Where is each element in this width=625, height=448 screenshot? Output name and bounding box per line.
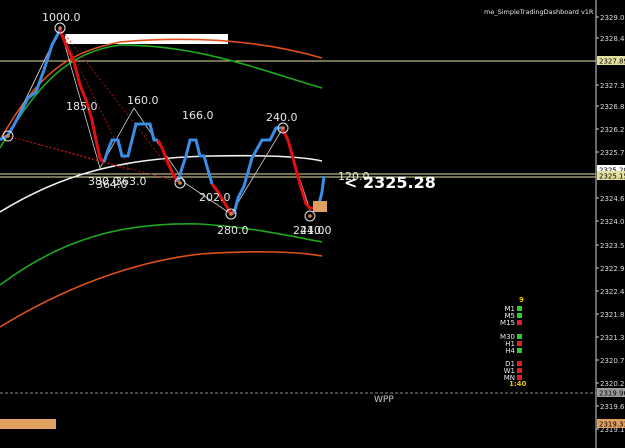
price-tick-label: 2324.60 (600, 195, 625, 203)
timeframe-label: M15 (500, 319, 515, 327)
timeframe-status-box (517, 341, 522, 346)
price-axis: 2329.00 2328.45 2327.35 2326.80 2326.25 2325.… (596, 14, 625, 434)
wave-label: 166.0 (182, 109, 214, 122)
price-tick-label: 2322.95 (600, 265, 625, 273)
current-price-block (313, 201, 327, 212)
timeframe-status-box (517, 306, 522, 311)
ma-green-lower-curve (0, 223, 323, 286)
price-badge-label: 2319.31 (599, 421, 625, 429)
wave-label: 363.0 (115, 175, 147, 188)
price-tick-label: 2328.45 (600, 35, 625, 43)
wave-label: 280.0 (217, 224, 249, 237)
wave-label: 185.0 (66, 100, 98, 113)
price-tick-label: 2327.35 (600, 82, 625, 90)
price-tick-label: 2323.50 (600, 242, 625, 250)
price-tick-label: 2329.00 (600, 14, 625, 22)
timeframe-dashboard: 9M1M5M15M30H1H4D1W1MN1:40 (500, 296, 526, 388)
bar-timer: 1:40 (509, 380, 527, 388)
ma-white-curve (0, 154, 323, 213)
price-tick-label: 2319.65 (600, 403, 625, 411)
timeframe-status-box (517, 361, 522, 366)
wave-label: 240.0 (300, 224, 332, 237)
indicator-title: me_SimpleTradingDashboard v1R (484, 8, 594, 16)
price-tick-label: 2320.20 (600, 380, 625, 388)
price-tick-label: 2322.40 (600, 288, 625, 296)
timeframe-count: 9 (519, 296, 524, 304)
wave-label: 240.0 (266, 111, 298, 124)
price-badge-label: 2319.96 (599, 390, 625, 398)
price-badge-label: 2325.15 (599, 173, 625, 181)
timeframe-label: H4 (505, 347, 515, 355)
price-tick-label: 2326.80 (600, 103, 625, 111)
wpp-bar (0, 419, 56, 429)
wave-label: 160.0 (127, 94, 159, 107)
wave-label: 1000.0 (42, 11, 81, 24)
zigzag-white (7, 26, 311, 215)
price-tick-label: 2325.70 (600, 149, 625, 157)
price-tick-label: 2321.30 (600, 334, 625, 342)
price-tick-label: 2326.25 (600, 126, 625, 134)
current-price-label: < 2325.28 (344, 173, 436, 192)
price-badge-label: 2327.89 (599, 58, 625, 66)
price-tick-label: 2321.85 (600, 311, 625, 319)
timeframe-status-box (517, 348, 522, 353)
wave-label: 202.0 (199, 191, 231, 204)
timeframe-status-box (517, 313, 522, 318)
ma-orange-lower-curve (0, 251, 323, 328)
timeframe-status-box (517, 368, 522, 373)
timeframe-status-box (517, 334, 522, 339)
price-tick-label: 2324.05 (600, 218, 625, 226)
wpp-label: WPP (374, 395, 394, 405)
timeframe-status-box (517, 320, 522, 325)
price-chart[interactable]: 1000.0 185.0 160.0 166.0 240.0 380.0 364… (0, 0, 625, 448)
price-tick-label: 2320.75 (600, 357, 625, 365)
